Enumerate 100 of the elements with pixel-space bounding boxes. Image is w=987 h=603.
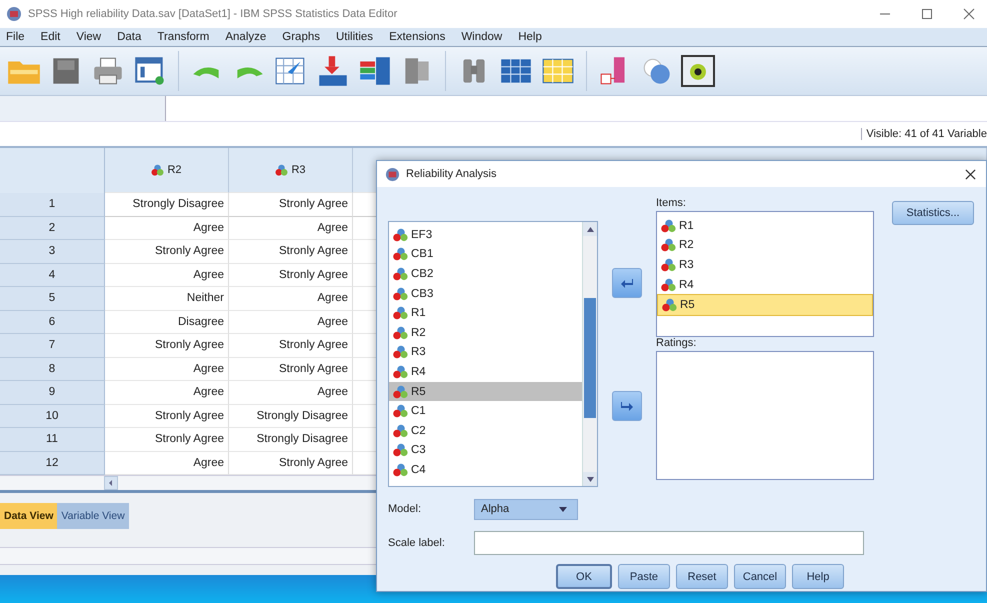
scroll-left-button[interactable]: [104, 476, 118, 490]
menu-item[interactable]: Transform: [151, 31, 220, 43]
column-header[interactable]: R2: [105, 148, 229, 193]
row-number[interactable]: 9: [0, 381, 105, 404]
variable-item[interactable]: R1: [657, 216, 873, 236]
row-number[interactable]: 11: [0, 428, 105, 452]
menu-item[interactable]: Data: [111, 31, 152, 43]
nominal-variable-icon: [392, 424, 408, 438]
view-tab[interactable]: Data View: [0, 503, 58, 529]
variable-item[interactable]: C1: [389, 401, 582, 421]
nominal-variable-icon: [392, 345, 408, 360]
close-icon[interactable]: [963, 8, 975, 20]
items-label: Items:: [656, 197, 687, 211]
close-icon[interactable]: [965, 168, 976, 180]
table-cell: Stronly Agree: [105, 404, 229, 428]
variable-item[interactable]: EF3: [389, 225, 582, 245]
variable-item[interactable]: R4: [657, 274, 873, 294]
table-cell: Stronly Agree: [105, 240, 229, 264]
up-arrow-icon[interactable]: [586, 226, 594, 232]
dialog-button[interactable]: Paste: [618, 564, 670, 589]
nominal-variable-icon: [660, 278, 676, 292]
scrollbar[interactable]: [582, 222, 597, 486]
maximize-icon[interactable]: [921, 8, 933, 20]
menu-item[interactable]: Graphs: [276, 31, 330, 43]
variable-item[interactable]: C3: [389, 440, 582, 460]
table-cell: Agree: [105, 358, 229, 381]
dialog-title: Reliability Analysis: [406, 168, 496, 180]
nominal-variable-icon: [392, 266, 408, 281]
menu-item[interactable]: Analyze: [219, 31, 276, 43]
row-number[interactable]: 12: [0, 452, 105, 475]
table-cell: Neither: [105, 287, 229, 310]
nominal-variable-icon: [392, 364, 408, 379]
nominal-variable-icon: [392, 404, 408, 418]
table-cell: Agree: [105, 216, 229, 240]
variable-item[interactable]: R2: [389, 322, 582, 343]
left-arrow-icon: [621, 278, 633, 288]
cell-reference-field[interactable]: [0, 96, 166, 122]
statistics-button[interactable]: Statistics...: [892, 201, 974, 225]
table-cell: Stronly Agree: [105, 334, 229, 358]
row-number[interactable]: 8: [0, 358, 105, 381]
left-arrow-icon: [108, 480, 114, 486]
row-number[interactable]: 4: [0, 264, 105, 287]
variable-item[interactable]: CB2: [389, 264, 582, 284]
row-number[interactable]: 3: [0, 240, 105, 264]
table-cell: Agree: [229, 381, 353, 404]
dialog-button[interactable]: Reset: [676, 564, 728, 589]
variable-list[interactable]: EF3 CB1 CB2 CB3 R1 R2 R3 R4 R5 C1 C2 C3 C4: [388, 221, 598, 487]
table-cell: Stronly Agree: [105, 428, 229, 452]
menu-item[interactable]: Edit: [34, 31, 70, 43]
dialog-button[interactable]: Help: [792, 564, 844, 589]
right-arrow-icon: [621, 400, 633, 410]
insert-variable-icon[interactable]: [357, 55, 393, 87]
table-cell: Stronly Agree: [229, 358, 353, 381]
variable-item[interactable]: R5: [657, 294, 873, 316]
row-number[interactable]: 5: [0, 287, 105, 310]
menu-item[interactable]: Utilities: [330, 31, 384, 43]
menu-item[interactable]: View: [70, 31, 112, 43]
variable-item[interactable]: C2: [389, 420, 582, 441]
variable-item[interactable]: R2: [657, 236, 873, 256]
row-number[interactable]: 2: [0, 216, 105, 240]
nominal-variable-icon: [660, 258, 676, 272]
ratings-list[interactable]: [656, 351, 874, 480]
row-number[interactable]: 7: [0, 334, 105, 358]
nominal-variable-icon: [392, 286, 408, 301]
variable-item[interactable]: CB3: [389, 284, 582, 304]
move-arrow-button[interactable]: [612, 268, 642, 298]
scale-label-field[interactable]: [474, 531, 864, 555]
app-icon: [385, 166, 400, 182]
variable-item[interactable]: R3: [389, 342, 582, 362]
down-arrow-icon[interactable]: [586, 476, 594, 482]
menu-item[interactable]: Extensions: [383, 31, 456, 43]
variable-item[interactable]: R5: [389, 382, 582, 402]
target-icon[interactable]: [681, 55, 715, 87]
visible-variables-label: Visible: 41 of 41 Variable: [861, 128, 987, 140]
menu-item[interactable]: File: [0, 31, 35, 43]
menu-item[interactable]: Window: [455, 31, 512, 43]
dialog-button[interactable]: OK: [556, 564, 612, 589]
table-cell: Agree: [229, 216, 353, 240]
column-header[interactable]: R3: [229, 148, 353, 193]
table-cell: Stronly Agree: [229, 264, 353, 287]
table-cell: Stronly Agree: [229, 334, 353, 358]
dialog-button[interactable]: Cancel: [734, 564, 786, 589]
table-cell: Strongly Disagree: [229, 428, 353, 452]
menu-item[interactable]: Help: [512, 31, 552, 43]
variable-item[interactable]: R3: [657, 255, 873, 275]
variable-item[interactable]: R1: [389, 303, 582, 323]
variable-item[interactable]: C4: [389, 460, 582, 480]
table-cell: Strongly Disagree: [229, 404, 353, 428]
items-list[interactable]: R1 R2 R3 R4 R5: [656, 211, 874, 337]
row-number[interactable]: 10: [0, 404, 105, 428]
variable-item[interactable]: R4: [389, 362, 582, 382]
view-tab[interactable]: Variable View: [57, 503, 129, 529]
model-dropdown[interactable]: Alpha: [474, 498, 578, 520]
row-number[interactable]: 6: [0, 310, 105, 334]
move-arrow-button[interactable]: [612, 390, 642, 420]
row-number[interactable]: 1: [0, 193, 105, 216]
table-cell: Stronly Agree: [229, 193, 353, 216]
caret-icon: [559, 506, 567, 512]
ratings-label: Ratings:: [656, 337, 698, 351]
variable-item[interactable]: CB1: [389, 244, 582, 264]
